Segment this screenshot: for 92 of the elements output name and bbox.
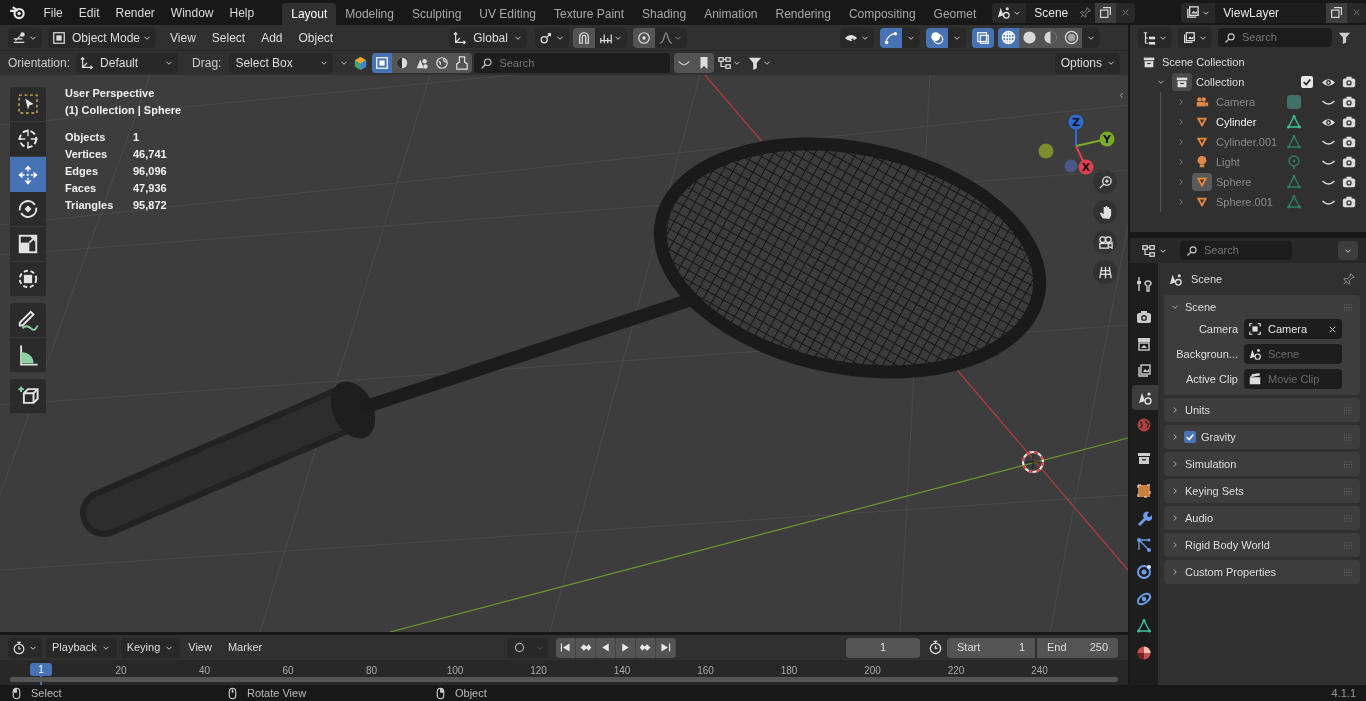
axis-handle[interactable]: Y <box>1075 131 1115 147</box>
version-label: 4.1.1 <box>1331 685 1356 701</box>
tree-item[interactable]: Collection <box>1196 73 1301 91</box>
panel-header[interactable]: Rigid Body World <box>1185 536 1343 554</box>
workspace-tab[interactable]: Shading <box>633 3 696 25</box>
menu-item[interactable]: Object <box>290 27 342 48</box>
frame-number: 80 <box>365 664 378 678</box>
workspace-tab[interactable]: Layout <box>282 3 337 25</box>
tree-item[interactable]: Scene Collection <box>1162 53 1245 71</box>
panel-header[interactable]: Custom Properties <box>1185 563 1343 581</box>
frame-number: 240 <box>1031 664 1048 678</box>
stat-label: Edges <box>65 164 99 179</box>
menu-item[interactable]: Render <box>107 1 163 24</box>
active-object-context: (1) Collection | Sphere <box>65 103 182 118</box>
stat-label: Vertices <box>65 147 109 162</box>
stat-value: 95,872 <box>133 198 168 213</box>
frame-number: 40 <box>198 664 211 678</box>
panel-header[interactable]: Gravity <box>1201 428 1343 446</box>
orientation-dropdown[interactable]: Default <box>76 53 179 73</box>
search-field[interactable]: Search <box>1218 28 1332 47</box>
status-hint: Select <box>31 685 62 701</box>
frame-number: 200 <box>864 664 881 678</box>
tree-item[interactable]: Sphere <box>1216 173 1286 191</box>
workspace-tab[interactable]: Rendering <box>766 3 840 25</box>
panel-header[interactable]: Audio <box>1185 509 1343 527</box>
tree-item[interactable]: Light <box>1216 153 1286 171</box>
tree-item[interactable]: Sphere.001 <box>1216 193 1286 211</box>
field-label: Backgroun... <box>1175 346 1239 362</box>
workspace-tab[interactable]: Texture Paint <box>545 3 634 25</box>
view-name: User Perspective <box>65 86 156 101</box>
workspace-tab[interactable]: Animation <box>695 3 767 25</box>
field-label: Camera <box>1197 321 1239 337</box>
orientation-label: Orientation: <box>8 55 71 72</box>
frame-number: 120 <box>530 664 547 678</box>
workspace-tab[interactable]: Sculpting <box>402 3 471 25</box>
stat-value: 46,741 <box>133 147 168 162</box>
tree-item[interactable]: Cylinder.001 <box>1216 133 1286 151</box>
menu-item[interactable]: Add <box>253 27 291 48</box>
frame-number: 100 <box>446 664 464 678</box>
name-field[interactable]: ViewLayer <box>1215 2 1326 23</box>
mode-dropdown[interactable]: Object Mode <box>48 27 156 48</box>
workspace-tab[interactable]: Compositing <box>839 3 925 25</box>
status-hint: Object <box>455 685 487 701</box>
3d-viewport[interactable]: User Perspective (1) Collection | Sphere Objects 1 Vertices 46,741 Edges 96,096 Faces 47,936 Triangles 95,872 Z Y X <box>0 75 1128 632</box>
current-frame-field[interactable]: 1 <box>846 637 920 658</box>
stat-label: Faces <box>65 181 98 196</box>
panel-header[interactable]: Keying Sets <box>1185 482 1343 500</box>
menu-item[interactable]: Marker <box>219 637 271 658</box>
status-hint: Rotate View <box>247 685 307 701</box>
frame-number: 20 <box>115 664 127 678</box>
frame-number: 220 <box>947 664 965 678</box>
field-label: Active Clip <box>1185 371 1239 387</box>
context-title: Scene <box>1191 271 1224 287</box>
menu-item[interactable]: Help <box>221 1 263 24</box>
panel-header[interactable]: Simulation <box>1185 455 1343 473</box>
stat-label: Objects <box>65 130 107 145</box>
menu-item[interactable]: Select <box>203 27 254 48</box>
search-field[interactable]: Search <box>1180 241 1292 260</box>
search-field[interactable]: Search <box>474 53 671 73</box>
menu-item[interactable]: Window <box>162 1 222 24</box>
frame-number: 140 <box>613 664 631 678</box>
workspace-tab[interactable]: Geomet <box>924 3 986 25</box>
frame-number: 60 <box>282 664 294 678</box>
axis-handle[interactable]: Z <box>1068 114 1084 147</box>
current-frame-marker[interactable]: 1 <box>30 663 52 676</box>
options-dropdown[interactable]: Options <box>1054 53 1120 73</box>
frame-number: 160 <box>697 664 714 678</box>
end-frame-field[interactable]: End 250 <box>1037 637 1118 658</box>
stat-value: 1 <box>133 130 141 145</box>
name-field[interactable]: Scene <box>1026 2 1077 23</box>
stat-value: 47,936 <box>133 181 168 196</box>
drag-label: Drag: <box>192 55 222 72</box>
stat-label: Triangles <box>65 198 115 213</box>
start-frame-field[interactable]: Start 1 <box>947 637 1035 658</box>
menu-item[interactable]: File <box>35 1 71 24</box>
panel-header[interactable]: Units <box>1185 401 1343 419</box>
menu-item[interactable]: View <box>162 27 204 48</box>
menu-item[interactable]: Edit <box>70 1 108 24</box>
stat-value: 96,096 <box>133 164 168 179</box>
workspace-tab[interactable]: UV Editing <box>470 3 546 25</box>
axis-handle[interactable]: X <box>1075 145 1094 175</box>
tree-item[interactable]: Camera <box>1216 93 1286 111</box>
menu-item[interactable]: View <box>180 637 220 658</box>
tree-item[interactable]: Cylinder <box>1216 113 1286 131</box>
workspace-tab[interactable]: Modeling <box>336 3 403 25</box>
transform-orientation-dropdown[interactable]: Global <box>449 27 528 48</box>
drag-dropdown[interactable]: Select Box <box>229 53 334 73</box>
data-field[interactable]: Camera <box>1244 319 1342 339</box>
frame-number: 180 <box>780 664 798 678</box>
menu-dropdown[interactable]: Playback <box>46 637 117 658</box>
panel-header[interactable]: Scene <box>1185 298 1343 316</box>
menu-dropdown[interactable]: Keying <box>120 637 181 658</box>
